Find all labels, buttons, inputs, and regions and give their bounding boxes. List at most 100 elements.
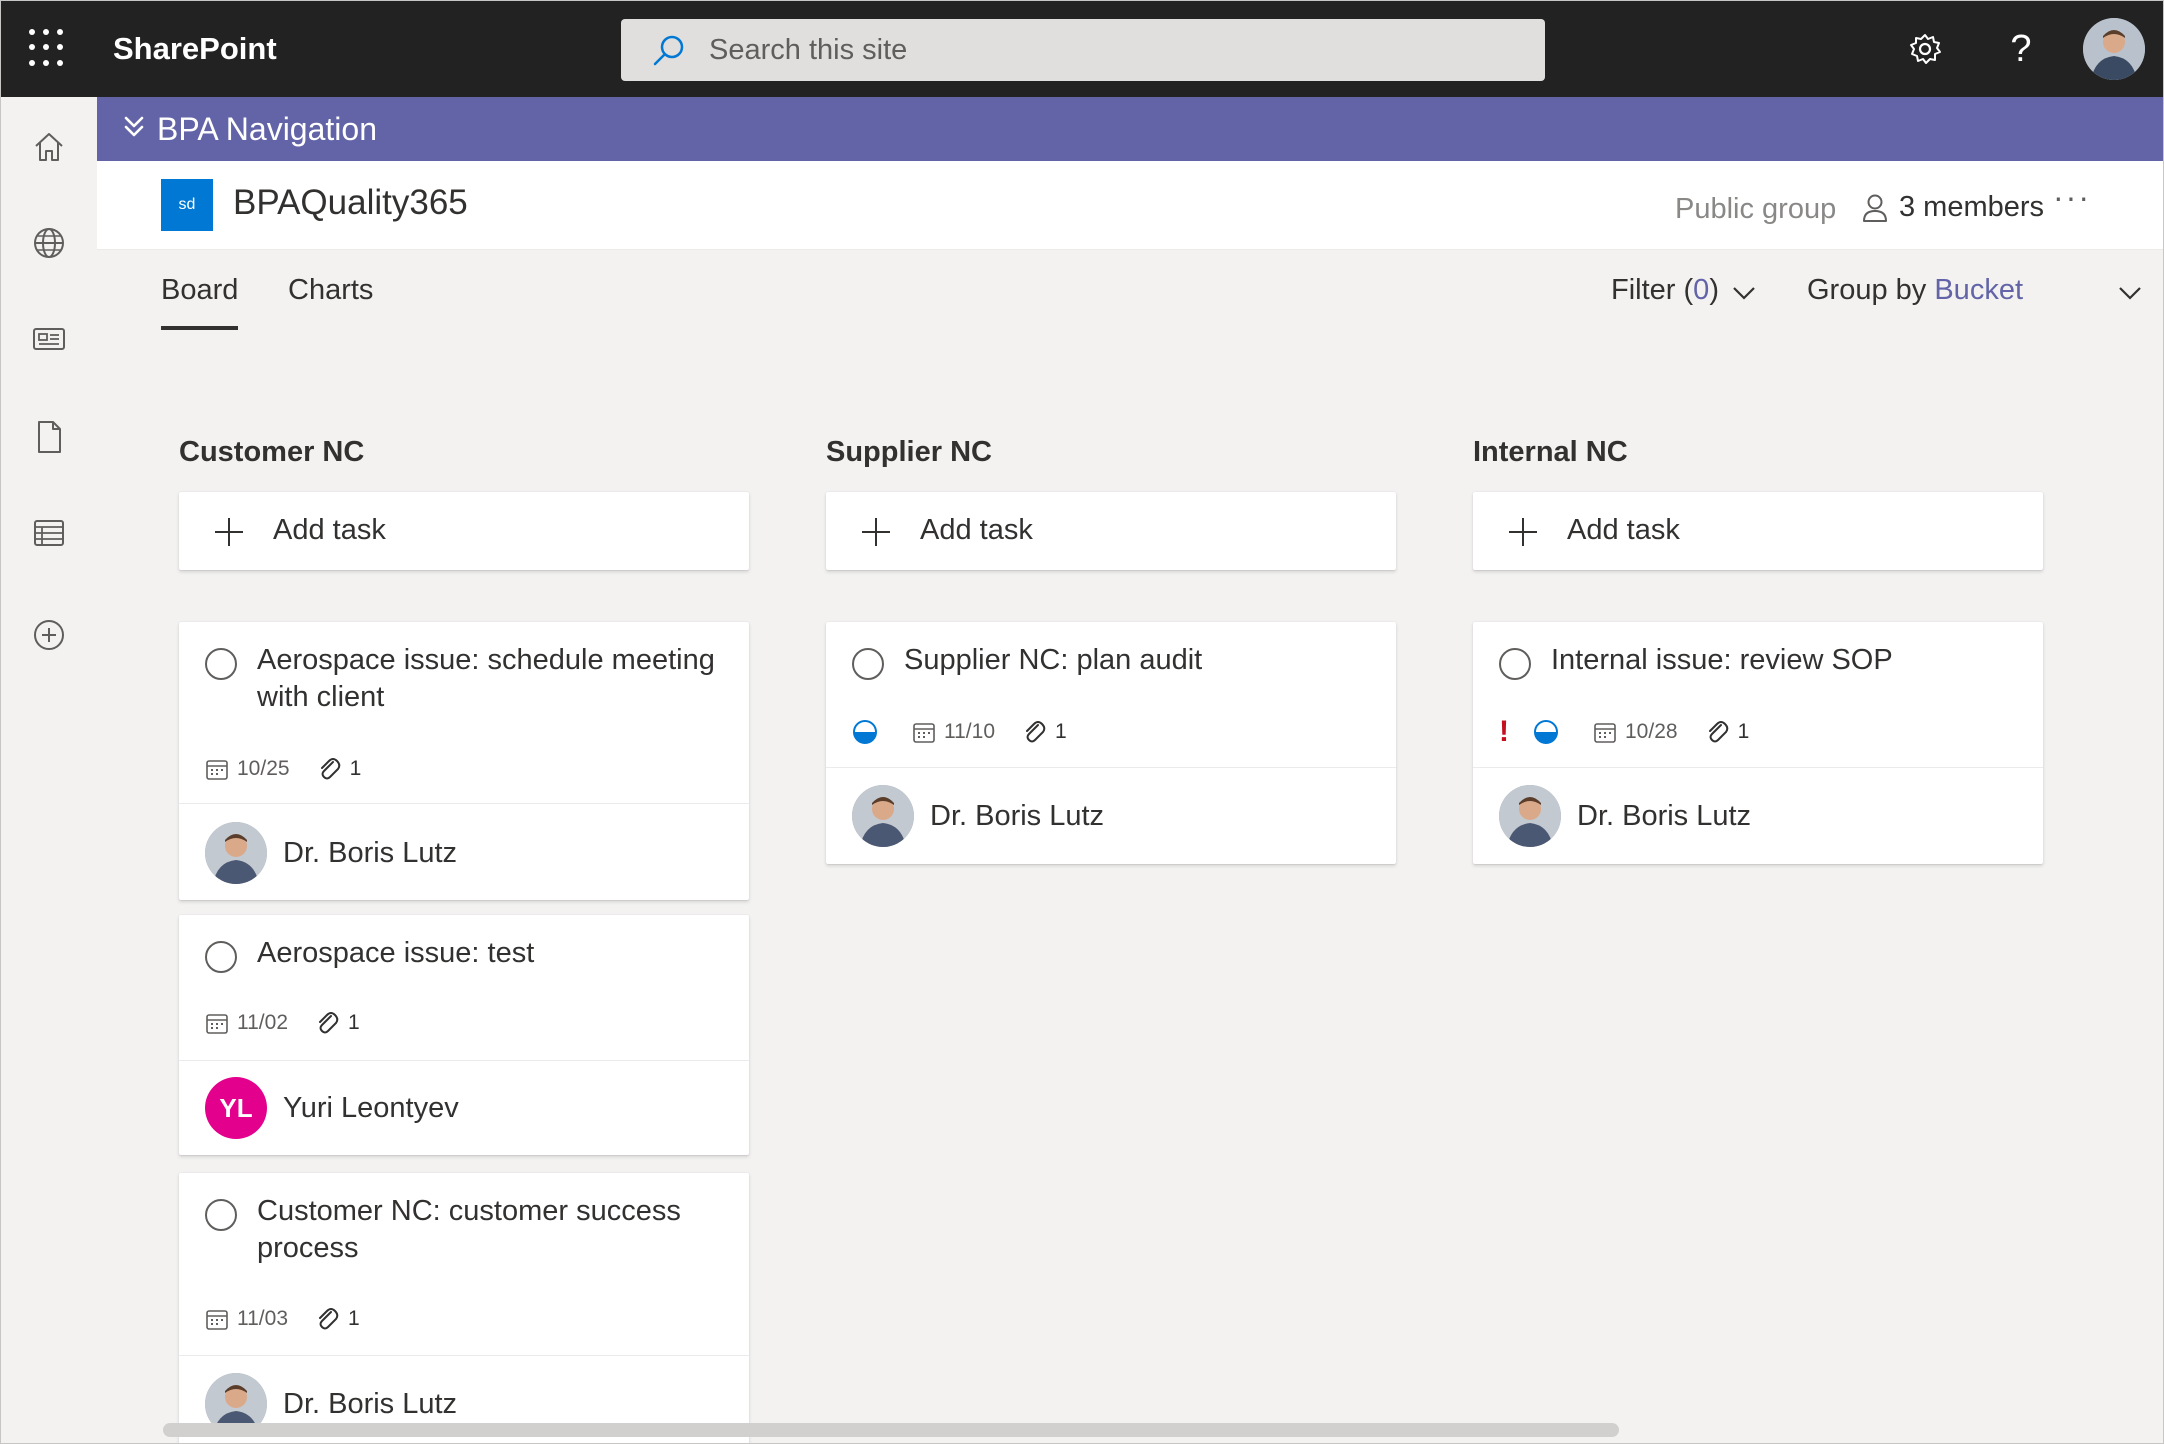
bucket-title[interactable]: Internal NC — [1473, 436, 1628, 469]
task-board: Customer NC Add task Aerospace issue: sc… — [97, 362, 2163, 1443]
attachment-count: 1 — [1055, 720, 1067, 743]
members-button[interactable]: 3 members — [1861, 191, 2044, 224]
task-title[interactable]: Aerospace issue: schedule meeting with c… — [257, 642, 717, 716]
task-title[interactable]: Aerospace issue: test — [257, 935, 717, 972]
group-by-chevron-down-icon[interactable] — [2115, 278, 2145, 308]
attachment-icon — [1026, 721, 1046, 743]
list-icon[interactable] — [27, 511, 71, 555]
card-divider — [1473, 767, 2043, 768]
group-privacy: Public group — [1675, 193, 1837, 225]
task-meta: 11/10 1 — [852, 717, 1093, 747]
app-launcher-icon[interactable] — [29, 29, 69, 69]
due-date-text: 11/03 — [237, 1307, 288, 1330]
task-title[interactable]: Supplier NC: plan audit — [904, 642, 1364, 679]
attachments: 1 — [314, 1306, 360, 1332]
complete-task-checkbox[interactable] — [852, 648, 884, 680]
task-title[interactable]: Customer NC: customer success process — [257, 1193, 717, 1267]
task-card[interactable]: Supplier NC: plan audit 11/10 1 Dr. Bori… — [826, 622, 1396, 864]
card-divider — [179, 1355, 749, 1356]
plus-icon — [1509, 518, 1537, 546]
person-icon — [1863, 194, 1887, 222]
bucket-title[interactable]: Customer NC — [179, 436, 364, 469]
complete-task-checkbox[interactable] — [205, 1199, 237, 1231]
assignee[interactable]: Dr. Boris Lutz — [852, 785, 1104, 847]
attachments: 1 — [314, 1010, 360, 1036]
calendar-icon — [913, 723, 935, 743]
progress-in-progress — [852, 719, 886, 745]
filter-label: Filter ( — [1611, 274, 1694, 306]
task-meta: ! 10/28 1 — [1499, 715, 1775, 748]
progress-in-progress — [1533, 719, 1567, 745]
due-date: 10/28 — [1593, 720, 1678, 744]
tab-board[interactable]: Board — [161, 274, 239, 330]
settings-gear-icon[interactable] — [1901, 25, 1949, 73]
double-chevron-down-icon[interactable] — [121, 113, 147, 143]
card-divider — [179, 1060, 749, 1061]
horizontal-scrollbar[interactable] — [163, 1423, 1619, 1437]
help-icon[interactable]: ? — [1997, 25, 2045, 73]
members-count: 3 members — [1899, 191, 2045, 223]
create-add-icon[interactable] — [27, 613, 71, 657]
hub-title[interactable]: BPA Navigation — [157, 111, 377, 148]
bucket-title[interactable]: Supplier NC — [826, 436, 992, 469]
more-options-icon[interactable]: ··· — [2053, 179, 2091, 216]
plus-icon — [862, 518, 890, 546]
suite-bar: SharePoint ? — [1, 1, 2163, 97]
group-by-button[interactable]: Group by Bucket — [1807, 274, 2023, 307]
assignee[interactable]: Dr. Boris Lutz — [1499, 785, 1751, 847]
assignee-name: Dr. Boris Lutz — [930, 799, 1105, 832]
planner-toolbar: Board Charts Filter (0) Group by Bucket — [97, 250, 2163, 362]
complete-task-checkbox[interactable] — [1499, 648, 1531, 680]
task-meta: 11/03 1 — [205, 1304, 386, 1334]
search-icon — [653, 35, 684, 66]
due-date: 11/02 — [205, 1011, 288, 1035]
user-avatar[interactable] — [2083, 18, 2145, 80]
site-title[interactable]: BPAQuality365 — [233, 183, 468, 223]
filter-button[interactable]: Filter (0) — [1611, 274, 1719, 307]
attachments: 1 — [1704, 719, 1750, 745]
progress-half-icon — [853, 720, 877, 744]
attachment-count: 1 — [1737, 720, 1750, 743]
assignee-initials-avatar: YL — [205, 1077, 267, 1139]
task-meta: 10/25 1 — [205, 754, 387, 784]
complete-task-checkbox[interactable] — [205, 941, 237, 973]
assignee-name: Yuri Leontyev — [283, 1091, 459, 1124]
assignee-name: Dr. Boris Lutz — [1577, 799, 1752, 832]
attachment-icon — [1708, 721, 1728, 743]
filter-count: 0 — [1693, 274, 1710, 306]
home-icon[interactable] — [27, 125, 71, 169]
assignee-avatar — [1499, 785, 1561, 847]
attachments: 1 — [316, 756, 362, 782]
task-meta: 11/02 1 — [205, 1008, 386, 1038]
attachment-icon — [319, 1012, 339, 1034]
attachment-icon — [320, 758, 340, 780]
add-task-label: Add task — [920, 514, 1033, 546]
site-logo[interactable]: sd — [161, 179, 213, 231]
assignee[interactable]: Dr. Boris Lutz — [205, 822, 457, 884]
news-icon[interactable] — [27, 317, 71, 361]
assignee-name: Dr. Boris Lutz — [283, 1387, 458, 1420]
group-by-value: Bucket — [1934, 274, 2024, 306]
add-task-button[interactable]: Add task — [826, 492, 1396, 570]
assignee[interactable]: YL Yuri Leontyev — [205, 1077, 459, 1139]
attachment-count: 1 — [349, 757, 362, 780]
task-card[interactable]: Aerospace issue: test 11/02 1 YL Yuri Le… — [179, 915, 749, 1155]
globe-icon[interactable] — [27, 221, 71, 265]
app-brand[interactable]: SharePoint — [113, 31, 277, 67]
assignee-avatar — [852, 785, 914, 847]
tab-charts[interactable]: Charts — [288, 274, 373, 322]
task-title[interactable]: Internal issue: review SOP — [1551, 642, 2011, 679]
add-task-label: Add task — [273, 514, 386, 546]
add-task-button[interactable]: Add task — [179, 492, 749, 570]
task-card[interactable]: Aerospace issue: schedule meeting with c… — [179, 622, 749, 900]
search-input[interactable] — [707, 29, 1511, 71]
calendar-icon — [206, 1014, 228, 1034]
complete-task-checkbox[interactable] — [205, 648, 237, 680]
task-card[interactable]: Internal issue: review SOP ! 10/28 1 Dr.… — [1473, 622, 2043, 864]
task-card[interactable]: Customer NC: customer success process 11… — [179, 1173, 749, 1443]
calendar-icon — [206, 760, 228, 780]
search-box[interactable] — [621, 19, 1545, 81]
document-icon[interactable] — [27, 415, 71, 459]
add-task-button[interactable]: Add task — [1473, 492, 2043, 570]
filter-chevron-down-icon[interactable] — [1729, 278, 1759, 308]
